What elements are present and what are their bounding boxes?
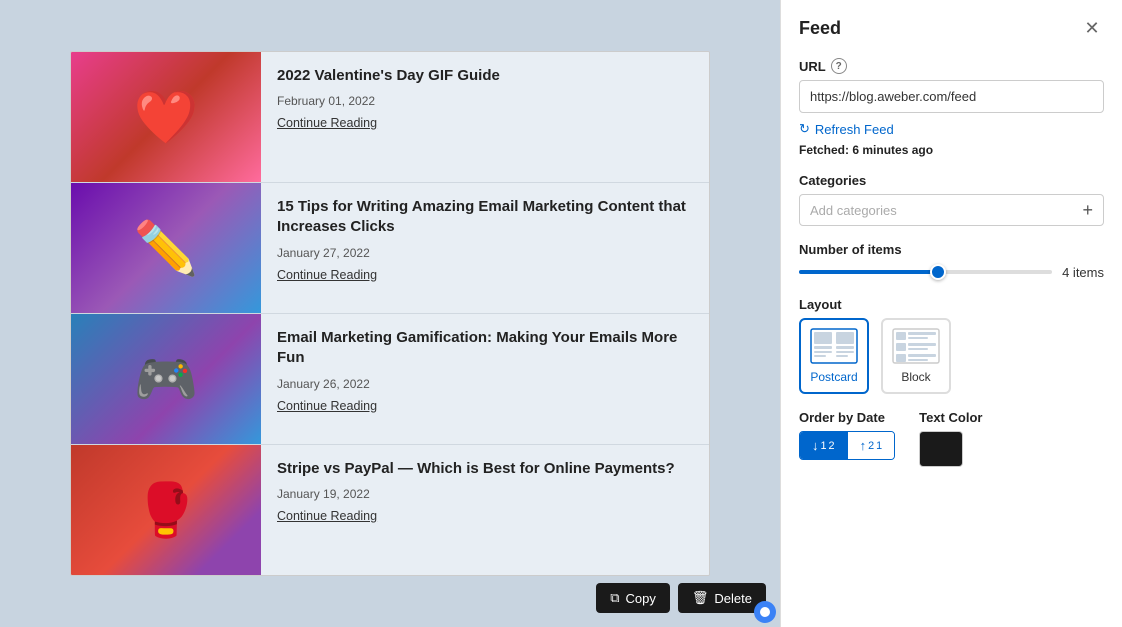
- feed-item: 🥊 Stripe vs PayPal — Which is Best for On…: [71, 445, 709, 575]
- slider-thumb[interactable]: [930, 264, 946, 280]
- refresh-label: Refresh Feed: [815, 122, 894, 137]
- feed-item-content-2: Email Marketing Gamification: Making You…: [261, 314, 709, 444]
- feed-item-image-1: ✏️: [71, 183, 261, 313]
- close-button[interactable]: ✕: [1080, 16, 1104, 40]
- number-items-row: 4 items: [799, 263, 1104, 281]
- fetched-text: Fetched: 6 minutes ago: [799, 143, 1104, 157]
- block-layout-icon: [892, 328, 940, 364]
- feed-item-image-3: 🥊: [71, 445, 261, 575]
- sort-asc-icon: ↓: [812, 438, 819, 453]
- url-label: URL ?: [799, 58, 1104, 74]
- continue-reading-link[interactable]: Continue Reading: [277, 268, 693, 282]
- feed-item-date: February 01, 2022: [277, 94, 500, 108]
- sort-desc-button[interactable]: ↑ 21: [847, 432, 895, 459]
- add-category-button[interactable]: +: [1082, 201, 1093, 219]
- slider-track: [799, 270, 1052, 274]
- postcard-label: Postcard: [810, 370, 857, 384]
- connector-dot: [754, 601, 776, 623]
- panel-header: Feed ✕: [799, 16, 1104, 40]
- help-icon[interactable]: ?: [831, 58, 847, 74]
- bottom-row: Order by Date ↓ 12 ↑ 21 Text Color: [799, 410, 1104, 467]
- copy-button[interactable]: ⧉ Copy: [596, 583, 670, 613]
- feed-item-title: 2022 Valentine's Day GIF Guide: [277, 66, 500, 86]
- feed-item-image-2: 🎮: [71, 314, 261, 444]
- continue-reading-link[interactable]: Continue Reading: [277, 116, 500, 130]
- feed-item: ❤️ 2022 Valentine's Day GIF Guide February…: [71, 52, 709, 183]
- refresh-feed-button[interactable]: ↻ Refresh Feed: [799, 121, 1104, 137]
- categories-input-wrapper[interactable]: Add categories +: [799, 194, 1104, 226]
- text-color-label: Text Color: [919, 410, 982, 425]
- feed-item-image-0: ❤️: [71, 52, 261, 182]
- feed-item-content-1: 15 Tips for Writing Amazing Email Market…: [261, 183, 709, 313]
- right-panel: Feed ✕ URL ? ↻ Refresh Feed Fetched: 6 m…: [780, 0, 1122, 627]
- text-color-section: Text Color: [919, 410, 982, 467]
- feed-item-date: January 19, 2022: [277, 487, 675, 501]
- fetched-value: 6 minutes ago: [852, 143, 933, 157]
- url-input[interactable]: [799, 80, 1104, 113]
- feed-item: 🎮 Email Marketing Gamification: Making Yo…: [71, 314, 709, 445]
- items-slider[interactable]: [799, 263, 1052, 281]
- copy-label: Copy: [626, 591, 656, 606]
- feed-preview: ❤️ 2022 Valentine's Day GIF Guide February…: [70, 51, 710, 576]
- number-items-label: Number of items: [799, 242, 1104, 257]
- order-section: Order by Date ↓ 12 ↑ 21: [799, 410, 895, 460]
- delete-icon: 🗑: [692, 590, 709, 606]
- sort-desc-icon: ↑: [860, 438, 867, 453]
- layout-options: Postcard Block: [799, 318, 1104, 394]
- block-label: Block: [901, 370, 930, 384]
- categories-label: Categories: [799, 173, 1104, 188]
- sort-buttons: ↓ 12 ↑ 21: [799, 431, 895, 460]
- feed-item-content-3: Stripe vs PayPal — Which is Best for Onl…: [261, 445, 691, 575]
- layout-postcard[interactable]: Postcard: [799, 318, 869, 394]
- continue-reading-link[interactable]: Continue Reading: [277, 509, 675, 523]
- layout-block[interactable]: Block: [881, 318, 951, 394]
- continue-reading-link[interactable]: Continue Reading: [277, 399, 693, 413]
- feed-item-title: Stripe vs PayPal — Which is Best for Onl…: [277, 459, 675, 479]
- panel-title: Feed: [799, 18, 841, 39]
- delete-label: Delete: [714, 591, 752, 606]
- feed-preview-container: ❤️ 2022 Valentine's Day GIF Guide February…: [0, 0, 780, 627]
- layout-label: Layout: [799, 297, 1104, 312]
- feed-item-date: January 26, 2022: [277, 377, 693, 391]
- order-label: Order by Date: [799, 410, 895, 425]
- feed-item-content-0: 2022 Valentine's Day GIF Guide February 0…: [261, 52, 516, 182]
- feed-item: ✏️ 15 Tips for Writing Amazing Email Mark…: [71, 183, 709, 314]
- preview-toolbar: ⧉ Copy 🗑 Delete: [596, 583, 766, 613]
- feed-item-title: 15 Tips for Writing Amazing Email Market…: [277, 197, 693, 238]
- feed-item-title: Email Marketing Gamification: Making You…: [277, 328, 693, 369]
- categories-placeholder: Add categories: [810, 203, 1082, 218]
- copy-icon: ⧉: [610, 590, 619, 606]
- sort-asc-button[interactable]: ↓ 12: [800, 432, 847, 459]
- items-count: 4 items: [1062, 265, 1104, 280]
- postcard-layout-icon: [810, 328, 858, 364]
- delete-button[interactable]: 🗑 Delete: [678, 583, 766, 613]
- refresh-icon: ↻: [799, 121, 810, 137]
- feed-item-date: January 27, 2022: [277, 246, 693, 260]
- slider-fill: [799, 270, 938, 274]
- text-color-swatch[interactable]: [919, 431, 963, 467]
